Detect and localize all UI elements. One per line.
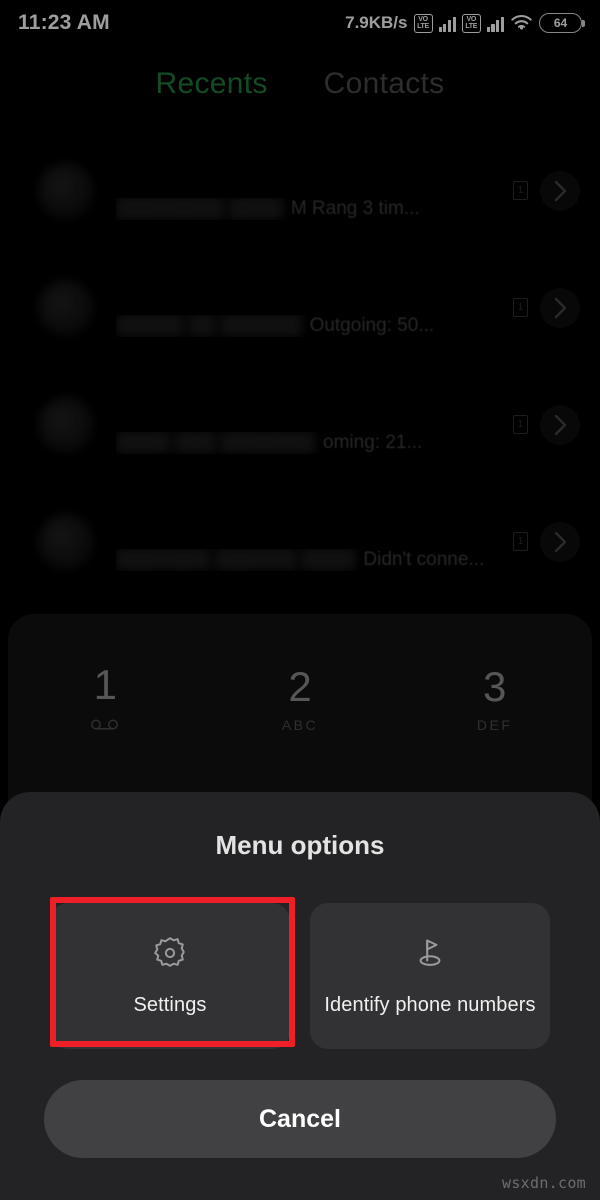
sim-slot-icon: 1	[513, 181, 528, 200]
sim-slot-icon: 1	[513, 415, 528, 434]
sheet-title: Menu options	[215, 830, 385, 860]
battery-level-text: 64	[553, 16, 568, 30]
call-log-text: ███████ ██████ ████ Didn't conne...	[116, 513, 499, 571]
call-detail: ████████ ████ M Rang 3 tim...	[116, 198, 499, 220]
call-detail-blurred: █████ ██ ██████	[116, 314, 302, 336]
status-clock: 11:23 AM	[18, 11, 110, 34]
chevron-right-icon[interactable]	[540, 404, 580, 445]
call-detail-blurred: ████ ███ ███████	[116, 431, 316, 453]
status-icons: 7.9KB/s VO LTE VO LTE 64	[345, 13, 585, 33]
dial-key-2[interactable]: 2 ABC	[203, 636, 398, 760]
call-log-row[interactable]: ████ ███ ███████ oming: 21... 1	[0, 366, 600, 483]
caller-name	[116, 396, 499, 422]
dial-letters-label: DEF	[476, 717, 513, 733]
network-speed-text: 7.9KB/s	[345, 13, 408, 32]
call-log-text: █████ ██ ██████ Outgoing: 50...	[116, 279, 499, 337]
dial-digit-label: 2	[288, 663, 312, 710]
call-log-row[interactable]: ████████ ████ M Rang 3 tim... 1	[0, 132, 600, 249]
call-detail: █████ ██ ██████ Outgoing: 50...	[116, 315, 499, 337]
chevron-right-icon[interactable]	[540, 521, 580, 562]
call-detail-blurred: ███████ ██████ ████	[116, 548, 356, 570]
avatar	[38, 513, 94, 570]
menu-option-identify-phone-numbers[interactable]: Identify phone numbers	[310, 903, 550, 1049]
call-detail: ████ ███ ███████ oming: 21...	[116, 432, 499, 454]
menu-option-settings[interactable]: Settings	[50, 903, 290, 1049]
menu-option-label: Settings	[133, 994, 207, 1016]
caller-name	[116, 279, 499, 305]
gear-icon	[152, 935, 188, 976]
avatar	[38, 162, 94, 219]
caller-name	[116, 513, 499, 539]
volte-sim2-icon: VO LTE	[461, 13, 481, 33]
call-log-text: ████ ███ ███████ oming: 21...	[116, 396, 499, 454]
menu-option-label: Identify phone numbers	[324, 994, 536, 1016]
call-detail: ███████ ██████ ████ Didn't conne...	[116, 549, 499, 571]
sheet-options-row: Settings Identify phone numbers	[0, 861, 600, 1049]
call-detail-blurred: ████████ ████	[116, 197, 283, 219]
recent-calls-list[interactable]: ████████ ████ M Rang 3 tim... 1 █████ ██…	[0, 132, 600, 618]
call-log-row[interactable]: █████ ██ ██████ Outgoing: 50... 1	[0, 249, 600, 366]
signal-bars-sim1-icon	[438, 14, 456, 32]
call-log-row[interactable]: ███████ ██████ ████ Didn't conne... 1	[0, 483, 600, 600]
call-detail-text: M Rang 3 tim...	[290, 197, 420, 219]
dial-digit-label: 3	[482, 663, 507, 710]
dial-letters-label: ABC	[281, 717, 319, 733]
caller-name	[116, 162, 499, 188]
status-bar: 11:23 AM 7.9KB/s VO LTE VO LTE 64	[0, 0, 600, 46]
volte-sim1-icon: VO LTE	[413, 13, 433, 33]
chevron-right-icon[interactable]	[540, 287, 580, 328]
dial-key-3[interactable]: 3 DEF	[397, 636, 592, 760]
battery-icon: 64	[539, 13, 585, 33]
tab-recents[interactable]: Recents	[156, 67, 268, 101]
wifi-icon	[511, 15, 532, 30]
signal-bars-sim2-icon	[486, 14, 504, 32]
call-log-text: ████████ ████ M Rang 3 tim...	[116, 162, 499, 220]
dial-digit-label: 1	[93, 661, 117, 708]
call-detail-text: Outgoing: 50...	[309, 314, 435, 336]
watermark: wsxdn.com	[502, 1174, 586, 1192]
call-detail-text: Didn't conne...	[363, 548, 485, 570]
cancel-button[interactable]: Cancel	[44, 1080, 556, 1158]
flag-marker-icon	[412, 935, 448, 976]
call-detail-text: oming: 21...	[323, 431, 423, 453]
dial-key-1[interactable]: 1	[8, 636, 203, 760]
sim-slot-icon: 1	[513, 298, 528, 317]
sim-slot-icon: 1	[513, 532, 528, 551]
menu-options-sheet: Menu options Settings Identify phone num…	[0, 792, 600, 1200]
voicemail-icon	[90, 717, 120, 735]
phone-app-screen: 11:23 AM 7.9KB/s VO LTE VO LTE 64 Recent…	[0, 0, 600, 1200]
avatar	[38, 396, 94, 453]
avatar	[38, 279, 94, 336]
tab-bar: Recents Contacts	[0, 58, 600, 110]
tab-contacts[interactable]: Contacts	[324, 67, 445, 101]
chevron-right-icon[interactable]	[540, 170, 580, 211]
